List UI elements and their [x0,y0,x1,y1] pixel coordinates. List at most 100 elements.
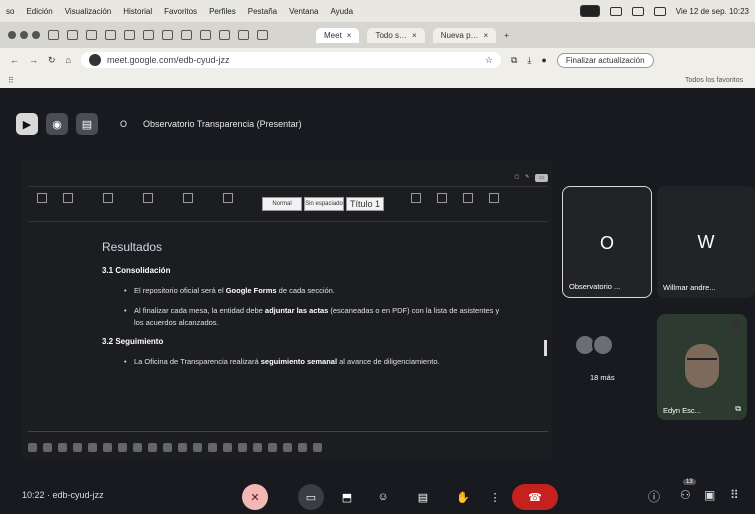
url-bar[interactable]: meet.google.com/edb-cyud-jzz ☆ [80,52,501,68]
close-tab-icon[interactable]: × [484,31,489,40]
share-tab-button[interactable]: ▤ [76,113,98,135]
dock-app-icon[interactable] [298,442,307,452]
search-icon[interactable] [653,6,666,16]
wifi-icon[interactable] [631,6,644,16]
bookmark-star-icon[interactable]: ☆ [485,55,493,66]
captions-button[interactable]: ▤ [410,484,436,510]
menu-item-visualizacion[interactable]: Visualización [65,7,112,16]
battery-icon[interactable] [609,6,622,16]
pinned-tab-icon[interactable] [257,30,268,40]
zoom-window-button[interactable] [32,31,40,39]
download-icon[interactable]: ⤓ [527,55,531,66]
dock-app-icon[interactable] [133,442,142,452]
meeting-details-icon[interactable]: ⓘ [648,488,660,505]
dock-app-icon[interactable] [313,442,322,452]
dock-app-icon[interactable] [43,442,52,452]
comments-icon[interactable]: ▢ [514,174,519,182]
font-icon[interactable] [58,193,78,213]
list-icon[interactable] [218,193,238,213]
dock-app-icon[interactable] [223,442,232,452]
dock-app-icon[interactable] [283,442,292,452]
edit-icon[interactable]: ✎ [525,174,529,182]
menu-item-favoritos[interactable]: Favoritos [164,7,197,16]
menu-item-perfiles[interactable]: Perfiles [209,7,236,16]
apps-grid-icon[interactable]: ⠿ [8,76,14,85]
menu-item-ayuda[interactable]: Ayuda [330,7,353,16]
tab-nueva[interactable]: Nueva p… × [432,27,497,43]
menu-app[interactable]: so [6,7,14,16]
pinned-tab-icon[interactable] [67,30,78,40]
dock-app-icon[interactable] [73,442,82,452]
bold-icon[interactable] [98,193,118,213]
forward-icon[interactable]: → [29,55,38,65]
pinned-tab-icon[interactable] [162,30,173,40]
dock-app-icon[interactable] [148,442,157,452]
menu-item-pestana[interactable]: Pestaña [248,7,277,16]
raise-hand-button[interactable]: ✋ [450,484,476,510]
leave-call-button[interactable]: ☎ [512,484,558,510]
dock-app-icon[interactable] [193,442,202,452]
menu-item-ventana[interactable]: Ventana [289,7,318,16]
dock-app-icon[interactable] [88,442,97,452]
tab-meet[interactable]: Meet × [316,27,360,43]
reload-icon[interactable]: ↻ [48,55,56,66]
pinned-tab-icon[interactable] [219,30,230,40]
menu-item-historial[interactable]: Historial [123,7,152,16]
dock-app-icon[interactable] [238,442,247,452]
people-icon[interactable]: ⚇ [680,488,691,502]
share-pill[interactable]: ▭ [535,174,548,182]
styles-pane-icon[interactable] [406,193,426,213]
more-participants-tile[interactable]: 18 más [562,324,652,416]
close-window-button[interactable] [8,31,16,39]
present-screen-button[interactable]: ▶ [16,113,38,135]
dock-app-icon[interactable] [163,442,172,452]
editor-icon[interactable] [458,193,478,213]
dock-app-icon[interactable] [253,442,262,452]
present-now-button[interactable]: ⬒ [334,484,360,510]
dock-app-icon[interactable] [178,442,187,452]
dock-app-icon[interactable] [268,442,277,452]
style-no-spacing[interactable]: Sin espaciado [304,197,344,211]
record-button[interactable]: ◉ [46,113,68,135]
copilot-icon[interactable] [484,193,504,213]
participant-tile-edyn[interactable]: Edyn Esc... ⧉ [657,314,747,420]
pinned-tab-icon[interactable] [86,30,97,40]
back-icon[interactable]: ← [10,55,19,65]
pinned-tab-icon[interactable] [238,30,249,40]
dictate-icon[interactable] [432,193,452,213]
menubar-clock[interactable]: Vie 12 de sep. 10:23 [676,7,749,16]
style-normal[interactable]: Normal [262,197,302,211]
paste-icon[interactable] [32,193,52,213]
more-options-button[interactable]: ⋮ [482,484,508,510]
chat-icon[interactable]: ▣ [704,488,715,502]
pinned-tab-icon[interactable] [105,30,116,40]
minimize-window-button[interactable] [20,31,28,39]
pinned-tab-icon[interactable] [181,30,192,40]
close-tab-icon[interactable]: × [412,31,417,40]
screen-record-icon[interactable] [579,5,600,17]
dock-app-icon[interactable] [118,442,127,452]
participant-tile-willmar[interactable]: W Willmar andre... [657,186,755,298]
dock-app-icon[interactable] [103,442,112,452]
pinned-tab-icon[interactable] [200,30,211,40]
site-info-icon[interactable] [88,54,101,66]
dock-app-icon[interactable] [28,442,37,452]
microphone-off-button[interactable]: ✕ [242,484,268,510]
new-tab-button[interactable]: + [504,31,509,40]
tab-todo[interactable]: Todo s… × [367,27,425,43]
paragraph-icon[interactable] [138,193,158,213]
pinned-tab-icon[interactable] [143,30,154,40]
update-button[interactable]: Finalizar actualización [556,52,654,68]
close-tab-icon[interactable]: × [347,31,352,40]
camera-button[interactable]: ▭ [298,484,324,510]
participant-tile-observatorio[interactable]: O Observatorio ... [562,186,652,298]
home-icon[interactable]: ⌂ [66,55,71,65]
align-icon[interactable] [178,193,198,213]
profile-icon[interactable]: ● [541,55,546,65]
dock-app-icon[interactable] [208,442,217,452]
pinned-tab-icon[interactable] [48,30,59,40]
activities-icon[interactable]: ⠿ [730,488,739,502]
dock-app-icon[interactable] [58,442,67,452]
all-bookmarks-link[interactable]: Todos los favoritos [685,77,743,84]
pin-icon[interactable]: ⧉ [735,404,741,414]
